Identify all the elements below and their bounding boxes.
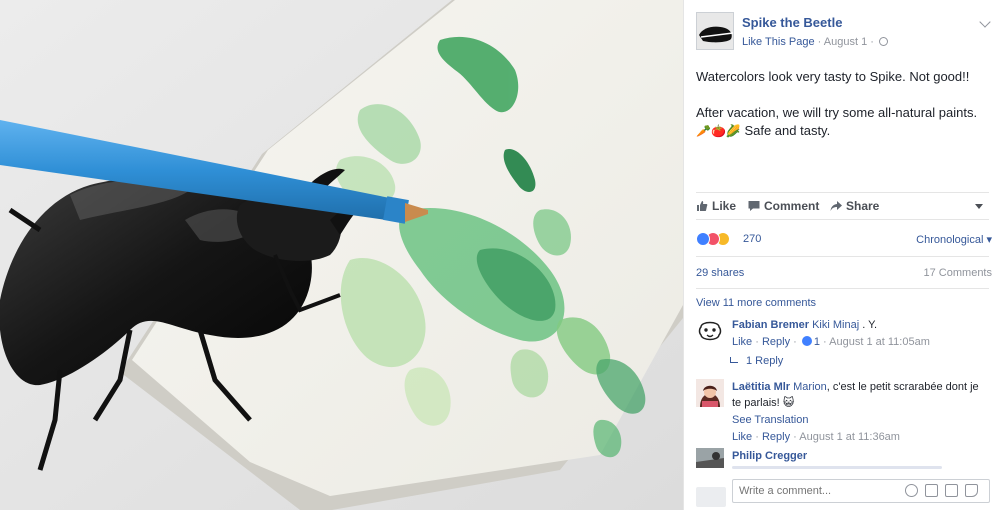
comment-timestamp[interactable]: August 1 at 11:05am (829, 336, 930, 348)
like-badge-icon (801, 336, 812, 346)
comment-text: Laëtitia Mlr Marion, c'est le petit scra… (732, 379, 990, 411)
post-text: Watercolors look very tasty to Spike. No… (696, 68, 991, 140)
see-translation-link[interactable]: See Translation (732, 414, 808, 426)
comment-body: Laëtitia Mlr Marion, c'est le petit scra… (732, 379, 990, 445)
post-date[interactable]: August 1 (824, 36, 867, 48)
action-bar: Like Comment Share (696, 192, 989, 220)
composer-icons (905, 484, 985, 498)
like-label: Like (712, 199, 737, 213)
shares-link[interactable]: 29 shares (696, 267, 744, 279)
comment-body: Fabian Bremer Kiki Minaj . Y. Like · Rep… (732, 317, 990, 350)
view-more-comments-link[interactable]: View 11 more comments (696, 297, 816, 309)
comment-actions: Like · Reply · 1 · August 1 at 11:05am (732, 336, 930, 348)
post-header: Spike the Beetle Like This Page · August… (696, 12, 991, 52)
post-paragraph-1: Watercolors look very tasty to Spike. No… (696, 69, 970, 84)
comment-composer (696, 475, 991, 510)
page-name[interactable]: Spike the Beetle (742, 15, 842, 30)
commenter-avatar[interactable] (696, 448, 724, 468)
commenter-name[interactable]: Philip Cregger (732, 450, 807, 462)
commenter-avatar[interactable] (696, 317, 724, 345)
divider (696, 256, 989, 257)
comment-label: Comment (764, 199, 820, 213)
like-button[interactable]: Like (696, 199, 736, 213)
post-sidebar: Spike the Beetle Like This Page · August… (683, 0, 1000, 510)
post-meta: Like This Page · August 1 · (742, 36, 888, 48)
post-paragraph-2: After vacation, we will try some all-nat… (696, 104, 991, 140)
tagged-user[interactable]: Marion (793, 381, 827, 393)
emoji-icon[interactable] (905, 484, 918, 497)
camera-icon[interactable] (925, 484, 938, 497)
globe-icon (878, 37, 888, 46)
like-reaction-icon (696, 232, 710, 246)
tagged-user[interactable]: Kiki Minaj (812, 319, 859, 331)
share-options-select[interactable] (953, 198, 987, 214)
share-label: Share (846, 199, 880, 213)
comment-actions: Like · Reply · August 1 at 11:36am (732, 431, 900, 443)
caret-down-icon (975, 204, 983, 209)
post-options-chevron-icon[interactable] (979, 16, 991, 28)
commenter-name[interactable]: Fabian Bremer (732, 319, 809, 331)
comment-text: Fabian Bremer Kiki Minaj . Y. (732, 317, 990, 333)
sticker-icon[interactable] (965, 484, 978, 497)
share-icon (830, 201, 842, 211)
comment-like-link[interactable]: Like (732, 336, 752, 348)
page-avatar[interactable] (696, 12, 734, 50)
comment-like-link[interactable]: Like (732, 431, 752, 443)
comments-count[interactable]: 17 Comments (924, 267, 992, 279)
comment-sort-dropdown[interactable]: Chronological ▾ (916, 233, 992, 246)
reply-arrow-icon (730, 357, 738, 363)
meta-separator: · (870, 36, 877, 48)
like-page-link[interactable]: Like This Page (742, 36, 815, 48)
post-paragraph-2-text: After vacation, we will try some all-nat… (696, 105, 978, 120)
comment-timestamp[interactable]: August 1 at 11:36am (799, 431, 900, 443)
thumbs-up-icon (697, 201, 708, 211)
photo-beetle-painting (0, 0, 683, 510)
comment-body: Philip Cregger (732, 448, 990, 464)
replies-count: 1 Reply (746, 355, 784, 367)
loading-bar (732, 466, 942, 469)
post-photo[interactable] (0, 0, 683, 510)
comment-icon (748, 201, 760, 211)
commenter-avatar[interactable] (696, 379, 724, 407)
vegetable-emojis: 🥕🍅🌽 (696, 124, 741, 138)
post-paragraph-3: Safe and tasty. (740, 123, 831, 138)
comment-reply-link[interactable]: Reply (762, 336, 790, 348)
comment-sort-label: Chronological (916, 234, 984, 246)
composer-avatar (696, 487, 726, 507)
comment-button[interactable]: Comment (748, 199, 819, 213)
gif-icon[interactable] (945, 484, 958, 497)
reaction-count[interactable]: 270 (743, 233, 761, 245)
comment-message: . Y. (859, 319, 878, 331)
commenter-name[interactable]: Laëtitia Mlr (732, 381, 790, 393)
see-translation-row: See Translation (732, 412, 990, 428)
share-button[interactable]: Share (830, 199, 879, 213)
view-replies-link[interactable]: 1 Reply (730, 355, 783, 367)
divider (696, 288, 989, 289)
comment-reply-link[interactable]: Reply (762, 431, 790, 443)
comment-like-count[interactable]: 1 (814, 336, 820, 348)
